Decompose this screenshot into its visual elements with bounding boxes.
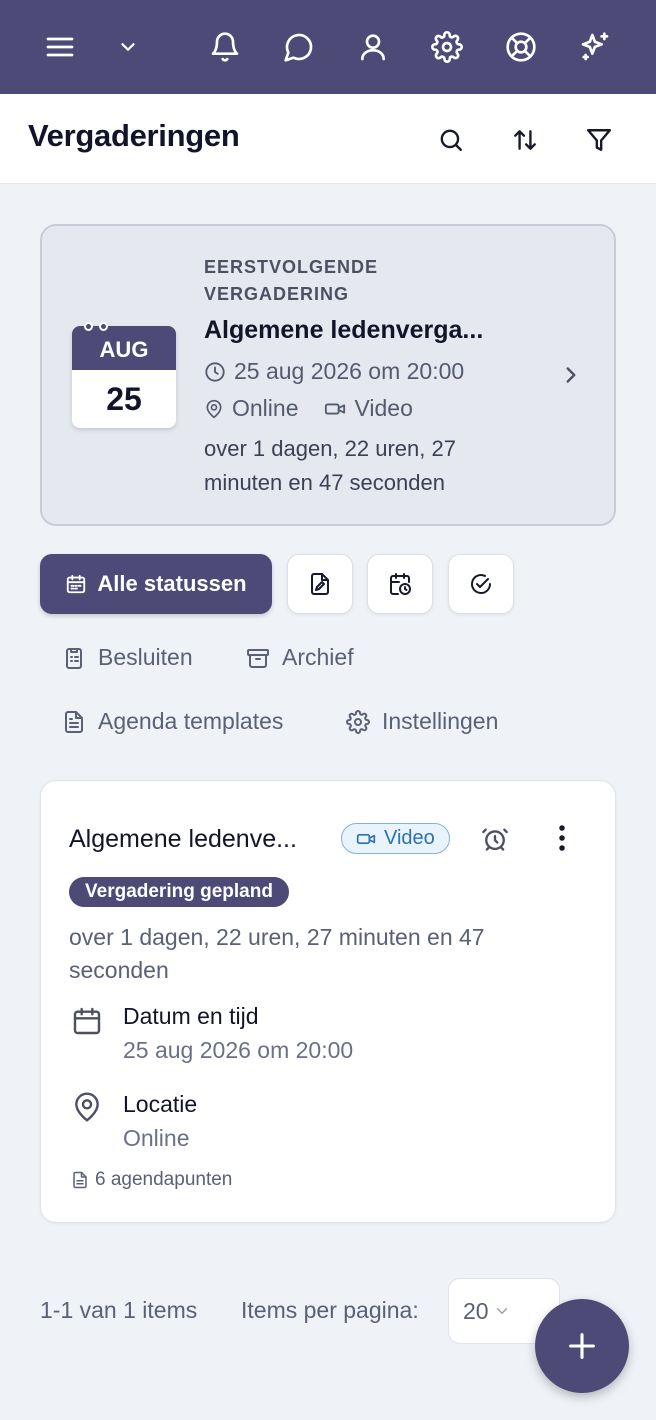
gear-icon: [346, 709, 370, 734]
next-meeting-type: Video: [354, 395, 413, 421]
datetime-value: 25 aug 2026 om 20:00: [123, 1037, 354, 1063]
chevron-down-icon: [493, 1302, 511, 1320]
next-meeting-location: Online: [232, 395, 299, 421]
more-options-icon[interactable]: [547, 823, 577, 853]
items-per-page-value: 20: [463, 1297, 489, 1324]
agenda-templates-link[interactable]: Agenda templates: [62, 708, 283, 735]
menu-icon[interactable]: [42, 29, 78, 65]
next-meeting-location-row: Online Video: [204, 395, 413, 422]
map-pin-icon: [204, 399, 224, 419]
page-header: Vergaderingen: [0, 94, 656, 184]
calendar-date-tile: AUG 25: [72, 326, 176, 428]
calendar-icon: [65, 573, 87, 595]
user-icon[interactable]: [355, 29, 391, 65]
video-camera-icon: [324, 398, 346, 420]
agenda-templates-label: Agenda templates: [98, 708, 284, 734]
clipboard-list-icon: [62, 646, 86, 670]
document-icon: [71, 1171, 89, 1189]
meeting-countdown: over 1 dagen, 22 uren, 27 minuten en 47 …: [69, 924, 485, 983]
calendar-clock-icon: [388, 572, 412, 596]
sparkles-icon[interactable]: [577, 29, 613, 65]
location-label: Locatie: [123, 1091, 198, 1117]
besluiten-label: Besluiten: [98, 644, 193, 670]
meeting-title: Algemene ledenve...: [69, 825, 297, 853]
archief-link[interactable]: Archief: [246, 644, 354, 671]
add-meeting-button[interactable]: [535, 1299, 629, 1393]
next-meeting-datetime: 25 aug 2026 om 20:00: [234, 358, 465, 384]
besluiten-link[interactable]: Besluiten: [62, 644, 193, 671]
calendar-day: 25: [106, 380, 142, 417]
video-camera-icon: [356, 829, 376, 849]
chat-icon[interactable]: [281, 29, 317, 65]
next-meeting-title: Algemene ledenverga...: [204, 316, 484, 344]
next-meeting-card[interactable]: AUG 25 EERSTVOLGENDE VERGADERING Algemen…: [40, 224, 616, 526]
plus-icon: [565, 1329, 599, 1363]
completed-filter-button[interactable]: [448, 554, 514, 614]
sort-icon[interactable]: [507, 122, 543, 158]
all-statuses-label: Alle statussen: [97, 571, 247, 596]
calendar-month: AUG: [72, 326, 176, 370]
location-value: Online: [123, 1125, 190, 1151]
bell-icon[interactable]: [207, 29, 243, 65]
calendar-rings-icon: [84, 322, 108, 331]
archive-icon: [246, 646, 270, 670]
lifebuoy-icon[interactable]: [503, 29, 539, 65]
document-icon: [62, 710, 86, 734]
agenda-items-count: 6 agendapunten: [71, 1169, 232, 1191]
clock-icon: [204, 361, 226, 383]
video-badge-label: Video: [384, 827, 435, 849]
filter-icon[interactable]: [581, 122, 617, 158]
status-badge: Vergadering gepland: [69, 877, 289, 907]
search-icon[interactable]: [433, 122, 469, 158]
check-circle-icon: [469, 572, 493, 596]
meeting-card[interactable]: Algemene ledenve... Video Vergadering ge…: [40, 780, 616, 1223]
next-meeting-datetime-row: 25 aug 2026 om 20:00: [204, 358, 464, 385]
video-badge: Video: [341, 823, 450, 854]
gear-icon[interactable]: [429, 29, 465, 65]
datetime-label: Datum en tijd: [123, 1003, 259, 1029]
next-meeting-eyebrow: EERSTVOLGENDE VERGADERING: [204, 257, 379, 304]
items-per-page-label: Items per pagina:: [241, 1297, 419, 1323]
pagination-range: 1-1 van 1 items: [40, 1297, 198, 1323]
archief-label: Archief: [282, 644, 354, 670]
top-navigation-bar: [0, 0, 656, 94]
draft-filter-button[interactable]: [287, 554, 353, 614]
planned-filter-button[interactable]: [367, 554, 433, 614]
instellingen-label: Instellingen: [382, 708, 499, 734]
map-pin-icon: [71, 1091, 103, 1123]
all-statuses-button[interactable]: Alle statussen: [40, 554, 272, 614]
alarm-clock-icon[interactable]: [481, 825, 509, 853]
agenda-items-label: 6 agendapunten: [95, 1169, 233, 1190]
chevron-down-icon[interactable]: [110, 29, 146, 65]
document-edit-icon: [308, 572, 332, 596]
instellingen-link[interactable]: Instellingen: [346, 708, 498, 735]
next-meeting-countdown: over 1 dagen, 22 uren, 27 minuten en 47 …: [204, 436, 456, 495]
page-title: Vergaderingen: [28, 118, 240, 153]
chevron-right-icon[interactable]: [558, 362, 584, 388]
calendar-icon: [71, 1005, 103, 1037]
